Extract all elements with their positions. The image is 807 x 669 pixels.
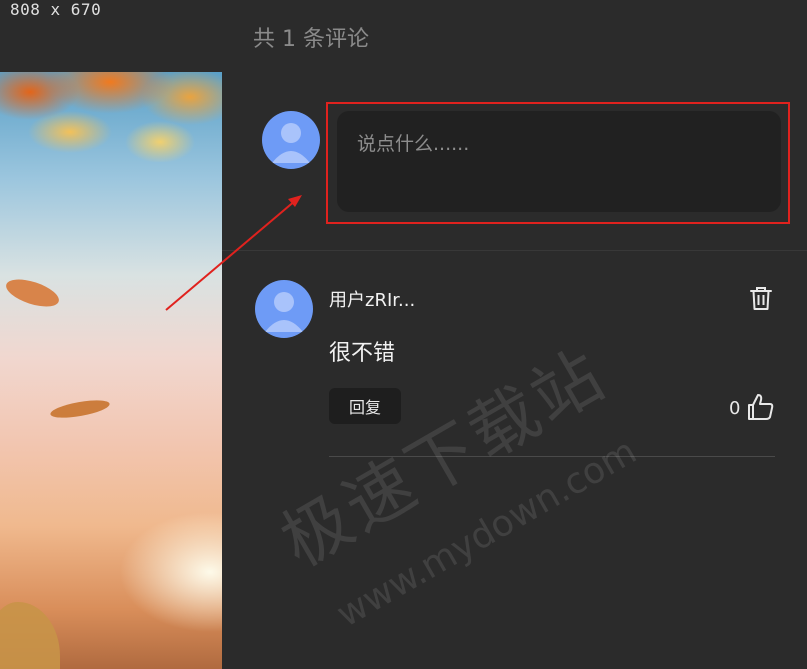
comment-username[interactable]: 用户zRIr... [329,286,415,312]
artwork-leaf [49,396,111,422]
section-divider [222,250,807,251]
comment-text: 很不错 [329,341,396,366]
trash-icon[interactable] [747,284,775,312]
like-count: 0 [729,398,741,419]
reply-button[interactable]: 回复 [329,388,401,424]
comment-count: 共 1 条评论 [253,27,369,52]
size-label: 808 x 670 [10,0,102,19]
commenter-avatar[interactable] [255,280,313,338]
artwork-leaf [2,274,63,312]
top-bar: 808 x 670 共 1 条评论 [0,0,807,72]
user-avatar-icon [272,123,310,163]
current-user-avatar [262,111,320,169]
background-artwork [0,72,222,669]
user-avatar-icon [265,292,303,332]
thumbs-up-icon[interactable] [744,392,776,422]
artwork-rock [0,602,60,669]
comment-input[interactable] [337,111,781,212]
artwork-clouds [0,72,222,162]
